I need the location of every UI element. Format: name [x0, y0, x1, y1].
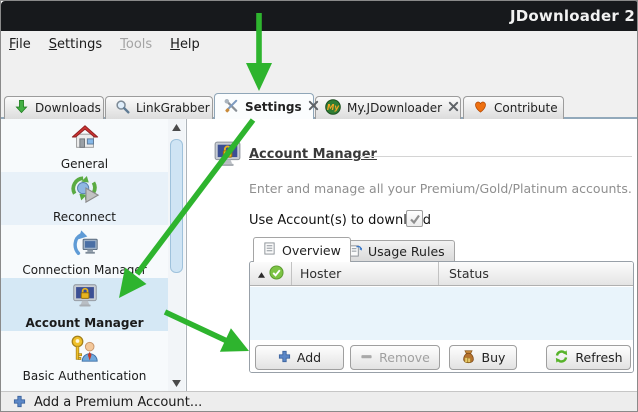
list-icon — [263, 242, 276, 258]
sidebar-item-label: Connection Manager — [22, 263, 146, 277]
close-icon[interactable] — [308, 100, 319, 114]
green-check-icon — [269, 265, 284, 283]
tab-label: Settings — [245, 100, 302, 114]
close-icon[interactable] — [448, 101, 459, 115]
sidebar-item-reconnect[interactable]: Reconnect — [1, 172, 168, 225]
myjd-logo-icon: My — [325, 99, 341, 118]
page-description: Enter and manage all your Premium/Gold/P… — [249, 181, 632, 196]
panel-tab-usage-rules[interactable]: Usage Rules — [339, 240, 455, 262]
heart-icon — [473, 99, 488, 117]
menu-settings[interactable]: Settings — [44, 33, 107, 56]
add-premium-account-link[interactable]: Add a Premium Account... — [34, 395, 202, 410]
sidebar-item-label: Basic Authentication — [23, 369, 147, 383]
monitor-lock-icon — [211, 138, 244, 175]
sidebar-item-label: General — [61, 157, 108, 171]
magnifier-icon — [115, 99, 130, 117]
home-icon — [70, 122, 100, 156]
svg-text:My: My — [327, 103, 340, 112]
sidebar-item-label: Account Manager — [25, 316, 143, 330]
table-body-empty[interactable] — [250, 287, 633, 340]
minus-icon — [360, 350, 373, 366]
menu-file[interactable]: File — [4, 33, 36, 56]
button-label: Remove — [379, 350, 430, 365]
toolbar: ✓ ✓ ✓ — [1, 58, 638, 93]
sidebar-item-label: Reconnect — [53, 210, 116, 224]
sidebar-scrollbar[interactable] — [168, 119, 185, 391]
tab-label: Contribute — [494, 101, 558, 115]
panel-tab-label: Usage Rules — [368, 244, 445, 259]
tab-contribute[interactable]: Contribute — [463, 96, 564, 119]
download-arrow-icon — [14, 99, 29, 117]
jdownloader-window: JDownloader 2 File Settings Tools Help — [0, 0, 638, 412]
tab-label: Downloads — [35, 101, 101, 115]
plus-icon — [13, 393, 26, 412]
sort-asc-icon — [258, 266, 265, 281]
sidebar-item-basic-authentication[interactable]: Basic Authentication — [1, 331, 168, 384]
reconnect-globe-icon — [70, 175, 100, 209]
tools-icon — [224, 98, 239, 116]
statusbar[interactable]: Add a Premium Account... — [1, 391, 638, 412]
panel-tab-label: Overview — [282, 243, 341, 258]
sidebar-item-account-manager[interactable]: Account Manager — [1, 278, 168, 331]
tab-downloads[interactable]: Downloads — [4, 96, 104, 119]
sidebar-item-connection-manager[interactable]: Connection Manager — [1, 225, 168, 278]
tab-myjdownloader[interactable]: My My.JDownloader — [315, 96, 461, 119]
table-header: Hoster Status — [250, 262, 633, 286]
remove-button[interactable]: Remove — [350, 345, 440, 370]
add-button[interactable]: Add — [255, 345, 344, 370]
button-label: Add — [297, 350, 321, 365]
tab-linkgrabber[interactable]: LinkGrabber — [105, 96, 213, 119]
button-label: Buy — [482, 350, 506, 365]
button-label: Refresh — [575, 350, 622, 365]
settings-sidebar: General Reconnect Connection Manager Acc… — [1, 119, 187, 391]
use-accounts-label: Use Account(s) to download — [249, 213, 431, 228]
scrollbar-thumb[interactable] — [170, 139, 183, 273]
scroll-up-icon[interactable] — [168, 119, 185, 135]
table-header-enabled-column[interactable] — [250, 262, 292, 285]
settings-body: General Reconnect Connection Manager Acc… — [1, 119, 638, 391]
use-accounts-checkbox[interactable] — [406, 210, 423, 227]
page-title: Account Manager — [249, 147, 377, 162]
sidebar-item-general[interactable]: General — [1, 119, 168, 172]
connections-icon — [70, 228, 100, 262]
menubar: File Settings Tools Help — [1, 31, 638, 58]
panel-tab-overview[interactable]: Overview — [253, 237, 351, 262]
tab-label: My.JDownloader — [347, 101, 442, 115]
main-tabbar: Downloads LinkGrabber Settings My My.JDo… — [1, 93, 638, 119]
table-header-status[interactable]: Status — [439, 262, 633, 285]
titlebar: JDownloader 2 — [1, 1, 638, 31]
menu-tools: Tools — [115, 33, 157, 56]
refresh-icon — [554, 349, 569, 367]
moneybag-icon — [461, 349, 476, 367]
tab-settings[interactable]: Settings — [214, 93, 314, 119]
buy-button[interactable]: Buy — [449, 345, 517, 370]
window-title: JDownloader 2 — [510, 7, 635, 25]
table-header-hoster[interactable]: Hoster — [292, 262, 439, 285]
account-manager-panel: Account Manager Enter and manage all you… — [188, 119, 638, 391]
plus-icon — [278, 350, 291, 366]
accounts-table: Hoster Status Add Remove Buy — [249, 261, 634, 373]
key-user-icon — [70, 334, 100, 368]
menu-help[interactable]: Help — [165, 33, 205, 56]
monitor-lock-icon — [70, 281, 100, 315]
heading-rule — [360, 156, 632, 157]
list-arrow-icon — [349, 244, 362, 260]
tab-label: LinkGrabber — [136, 101, 210, 115]
scroll-down-icon[interactable] — [168, 375, 185, 391]
table-button-row: Add Remove Buy Refresh — [250, 340, 633, 373]
refresh-button[interactable]: Refresh — [546, 345, 631, 370]
